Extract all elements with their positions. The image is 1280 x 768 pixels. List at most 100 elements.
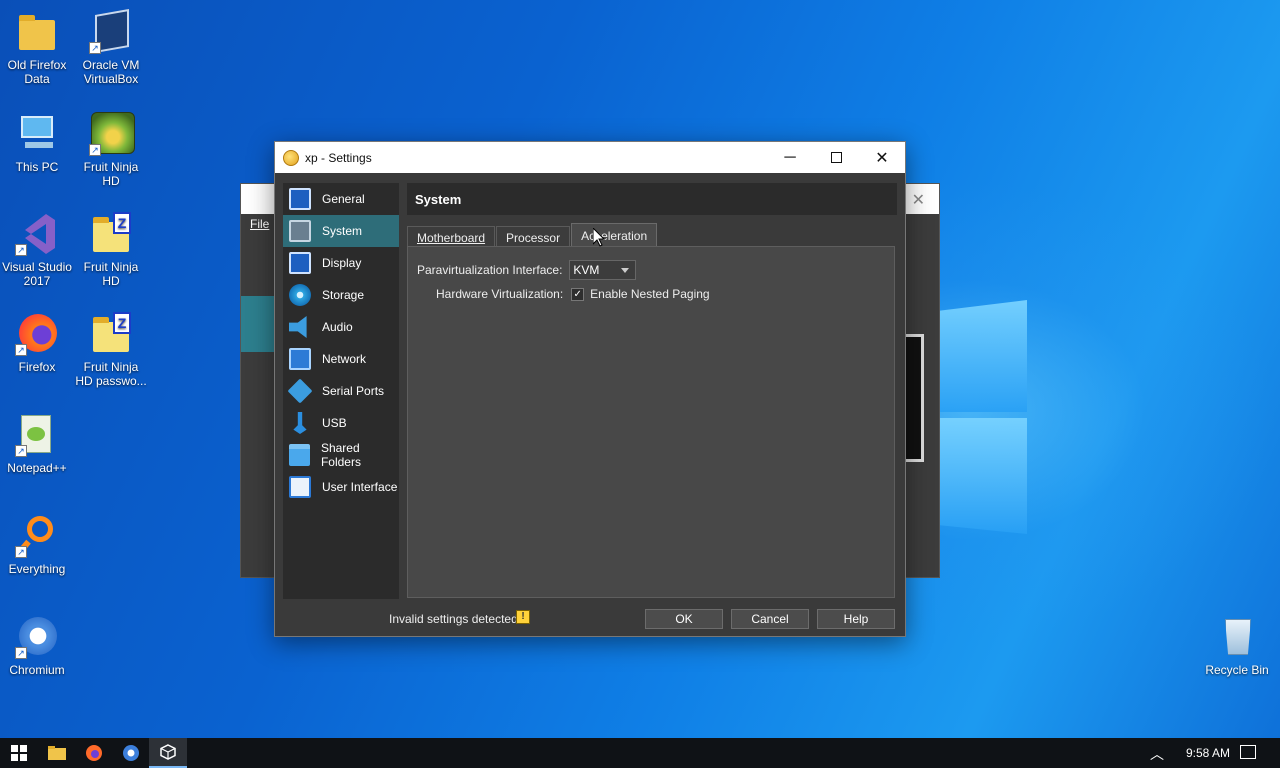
desktop-icon-fruit-ninja-zip[interactable]: Z Fruit Ninja HD [74,212,148,288]
sidebar-item-general[interactable]: General [283,183,399,215]
sidebar-item-storage[interactable]: Storage [283,279,399,311]
desktop-icon-everything[interactable]: ↗ Everything [0,514,74,576]
tab-label: Motherboard [417,230,486,245]
settings-dialog[interactable]: xp - Settings ─ ✕ General System Display… [274,141,906,637]
sidebar-item-audio[interactable]: Audio [283,311,399,343]
dialog-footer: Invalid settings detected ! OK Cancel He… [275,606,905,636]
sidebar-item-label: Serial Ports [322,384,385,398]
sidebar-item-serial-ports[interactable]: Serial Ports [283,375,399,407]
taskbar-chromium[interactable] [112,738,150,768]
sidebar-item-user-interface[interactable]: User Interface [283,471,399,503]
taskbar-file-explorer[interactable] [38,738,76,768]
dialog-title: xp - Settings [305,150,372,165]
disc-icon [289,284,311,306]
taskbar-virtualbox[interactable] [149,738,187,768]
notification-icon[interactable] [1240,745,1256,759]
paravirt-label: Paravirtualization Interface: [417,263,563,277]
search-magnifier-icon: ↗ [15,514,59,558]
desktop-icon-label: Fruit Ninja HD passwo... [75,360,147,388]
virtualbox-icon [160,744,176,760]
desktop-icon-firefox[interactable]: ↗ Firefox [0,312,74,374]
hwvirt-label: Hardware Virtualization: [436,287,564,301]
recycle-bin-icon [1215,615,1259,659]
sidebar-item-label: Storage [322,288,365,302]
zip-folder-icon: Z [89,312,133,356]
desktop-icon-notepad-plus[interactable]: ↗ Notepad++ [0,413,74,475]
maximize-button[interactable] [813,142,859,173]
tab-processor[interactable]: Processor [496,226,571,248]
checkmark-icon: ✓ [573,288,582,300]
help-button[interactable]: Help [817,609,895,629]
taskbar-firefox[interactable] [75,738,113,768]
desktop-icon-visual-studio[interactable]: ↗ Visual Studio 2017 [0,212,74,288]
sidebar-item-label: General [322,192,365,206]
status-text: Invalid settings detected [389,612,518,626]
serial-port-icon [287,378,313,404]
visual-studio-icon: ↗ [15,212,59,256]
minimize-button[interactable]: ─ [767,142,813,173]
sidebar-item-shared-folders[interactable]: Shared Folders [283,439,399,471]
windows-start-icon [11,745,27,761]
chromium-icon [123,745,139,761]
sidebar-item-network[interactable]: Network [283,343,399,375]
notepad-plus-icon: ↗ [15,413,59,457]
close-icon: ✕ [875,149,889,167]
usb-icon [293,412,307,434]
nested-paging-checkbox[interactable]: ✓ [571,287,585,301]
monitor-icon [289,252,311,274]
desktop-icon-label: Everything [8,562,66,576]
desktop-icon-this-pc[interactable]: This PC [0,112,74,174]
desktop-icon-chromium[interactable]: ↗ Chromium [0,615,74,677]
desktop-icon-virtualbox[interactable]: ↗ Oracle VM VirtualBox [74,9,148,86]
chromium-icon: ↗ [15,615,59,659]
desktop-icon-label: Notepad++ [7,461,67,475]
chip-icon [289,220,311,242]
sidebar-item-label: Display [322,256,362,270]
desktop-icon-fruit-ninja[interactable]: ↗ Fruit Ninja HD [74,112,148,188]
sidebar-item-label: User Interface [322,480,398,494]
sidebar-item-label: Audio [322,320,353,334]
nested-paging-label[interactable]: Enable Nested Paging [590,287,709,301]
acceleration-panel: Paravirtualization Interface: KVM Hardwa… [407,246,895,598]
desktop-icon-label: Oracle VM VirtualBox [82,58,140,86]
window-icon [289,476,311,498]
file-explorer-icon [48,746,66,760]
close-icon[interactable]: ✕ [912,190,925,210]
desktop-icon-label: Old Firefox Data [7,58,67,86]
clock[interactable]: 9:58 AM [1186,746,1230,760]
desktop-icon-label: Visual Studio 2017 [2,260,72,288]
tray-show-hidden-icon[interactable]: ︿ [1150,744,1164,764]
virtualbox-settings-icon [283,149,299,166]
tab-acceleration[interactable]: Acceleration [571,223,658,248]
network-icon [289,348,311,370]
folder-icon [15,10,59,54]
ok-button[interactable]: OK [645,609,723,629]
fruit-ninja-icon: ↗ [89,112,135,156]
cancel-button[interactable]: Cancel [731,609,809,629]
sidebar-item-label: Shared Folders [320,441,361,469]
sidebar-item-label: System [322,224,363,238]
close-button[interactable]: ✕ [859,142,905,173]
minimize-icon: ─ [784,148,796,166]
desktop-icon-fruit-ninja-password[interactable]: Z Fruit Ninja HD passwo... [74,312,148,388]
tab-motherboard[interactable]: Motherboard [407,226,496,248]
tab-label: Processor [506,230,561,245]
sidebar-item-display[interactable]: Display [283,247,399,279]
computer-icon [15,112,59,156]
dialog-titlebar[interactable]: xp - Settings ─ ✕ [275,142,905,173]
desktop-icon-old-firefox-data[interactable]: Old Firefox Data [0,10,74,86]
firefox-icon: ↗ [15,312,59,356]
desktop-icon-recycle-bin[interactable]: Recycle Bin [1200,615,1274,677]
zip-folder-icon: Z [89,212,133,256]
start-button[interactable] [0,738,38,768]
menu-file[interactable]: File [250,217,269,231]
desktop-icon-label: Fruit Ninja HD [83,260,139,288]
desktop-icon-label: Fruit Ninja HD [83,160,139,188]
sidebar-item-label: Network [322,352,367,366]
maximize-icon [830,152,842,163]
paravirt-select[interactable]: KVM [569,260,637,280]
sidebar-item-usb[interactable]: USB [283,407,399,439]
warning-icon[interactable]: ! [516,610,530,624]
taskbar: ︿ 9:58 AM [0,738,1280,768]
sidebar-item-system[interactable]: System [283,215,399,247]
